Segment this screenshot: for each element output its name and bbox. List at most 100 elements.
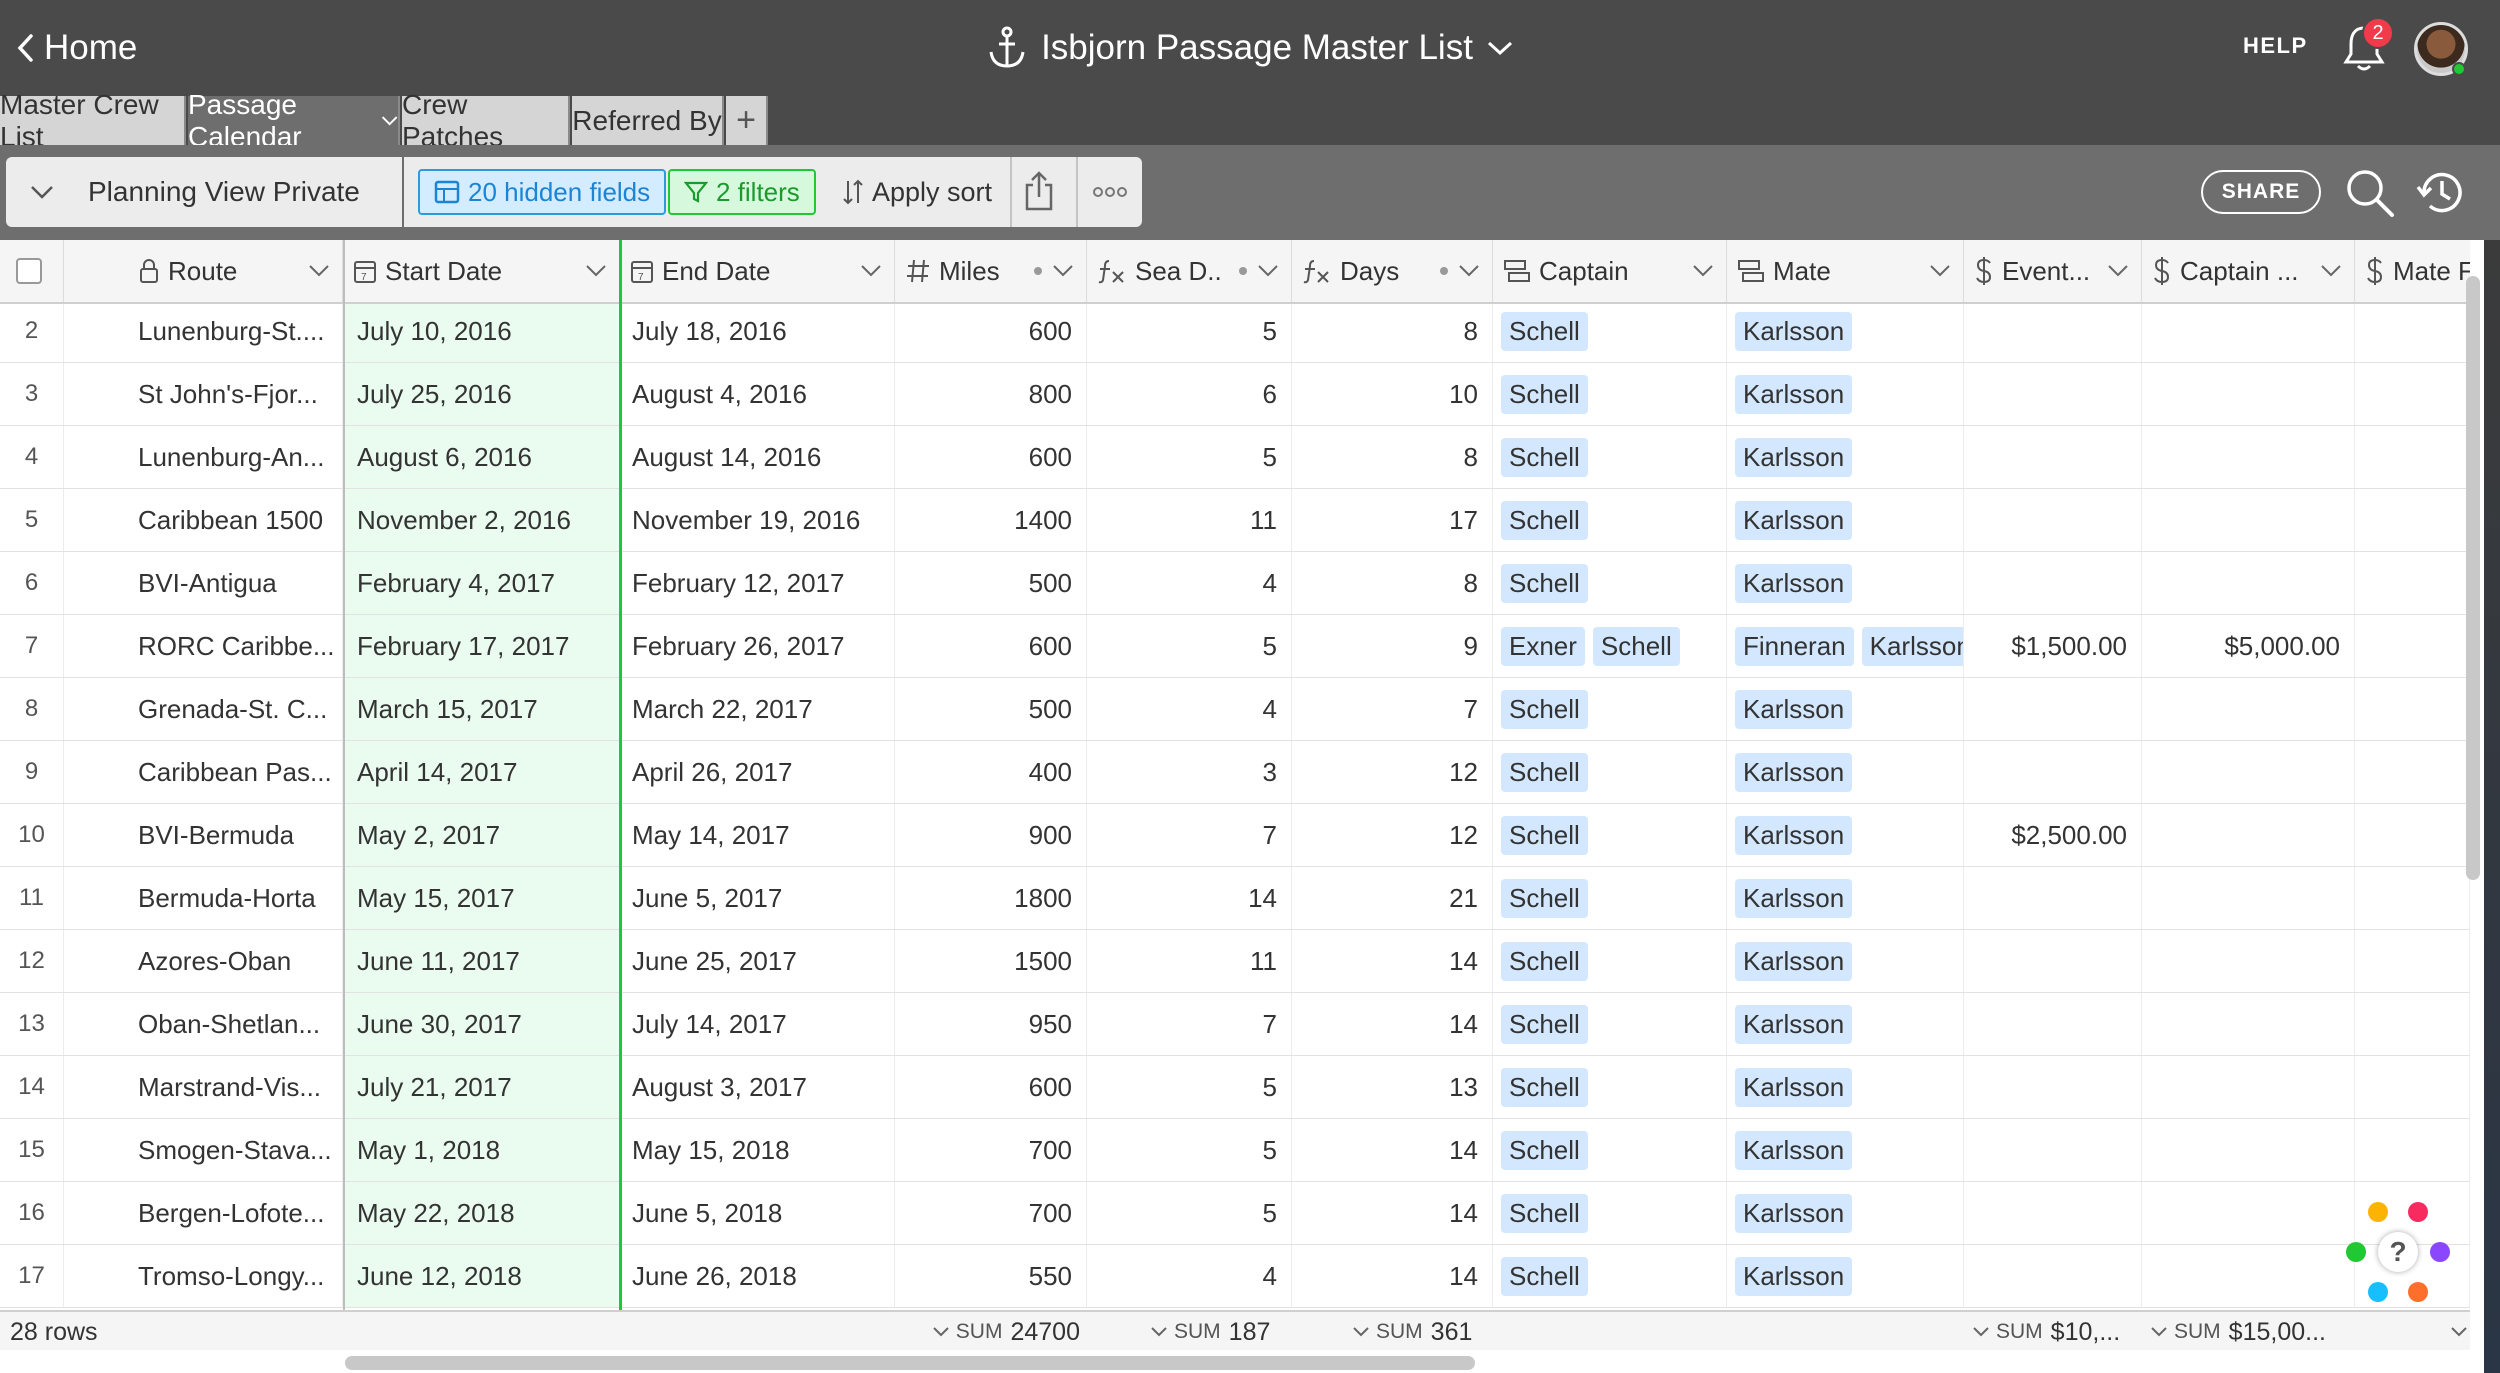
end-date-cell[interactable]: February 26, 2017	[620, 615, 895, 677]
days-cell[interactable]: 21	[1292, 867, 1493, 929]
linked-record-pill[interactable]: Schell	[1501, 374, 1588, 414]
row-number-cell[interactable]: 13	[0, 993, 64, 1055]
mate-cell[interactable]: Finneran Karlsson	[1727, 615, 1964, 677]
captain-cell[interactable]: Exner Schell	[1493, 615, 1727, 677]
end-date-cell[interactable]: May 15, 2018	[620, 1119, 895, 1181]
chevron-down-icon[interactable]	[1692, 264, 1714, 278]
chevron-down-icon[interactable]	[381, 114, 398, 128]
end-date-cell[interactable]: May 14, 2017	[620, 804, 895, 866]
chevron-down-icon[interactable]	[1487, 40, 1513, 56]
mate-cell[interactable]: Karlsson	[1727, 678, 1964, 740]
mate-cell[interactable]: Karlsson	[1727, 1119, 1964, 1181]
share-button[interactable]: SHARE	[2201, 170, 2321, 214]
row-number-cell[interactable]: 17	[0, 1245, 64, 1307]
more-icon[interactable]	[1092, 179, 1128, 205]
event-fee-cell[interactable]	[1964, 867, 2142, 929]
route-cell[interactable]: Azores-Oban	[64, 930, 343, 992]
mate-cell[interactable]: Karlsson	[1727, 1245, 1964, 1307]
route-cell[interactable]: BVI-Bermuda	[64, 804, 343, 866]
mate-cell[interactable]: Karlsson	[1727, 363, 1964, 425]
linked-record-pill[interactable]: Karlsson	[1735, 941, 1853, 981]
captain-cell[interactable]: Schell	[1493, 678, 1727, 740]
linked-record-pill[interactable]: Schell	[1501, 311, 1588, 351]
sea-days-cell[interactable]: 3	[1087, 741, 1292, 803]
chevron-down-icon[interactable]	[860, 264, 882, 278]
sea-days-cell[interactable]: 7	[1087, 993, 1292, 1055]
event-fee-cell[interactable]	[1964, 363, 2142, 425]
linked-record-pill[interactable]: Karlsson	[1735, 374, 1853, 414]
row-number-cell[interactable]: 12	[0, 930, 64, 992]
linked-record-pill[interactable]: Karlsson	[1735, 1193, 1853, 1233]
miles-cell[interactable]: 700	[895, 1119, 1087, 1181]
route-cell[interactable]: Smogen-Stava...	[64, 1119, 343, 1181]
linked-record-pill[interactable]: Schell	[1501, 437, 1588, 477]
event-fee-cell[interactable]	[1964, 1056, 2142, 1118]
linked-record-pill[interactable]: Karlsson	[1735, 563, 1853, 603]
captain-fee-cell[interactable]: $5,000.00	[2142, 615, 2355, 677]
days-cell[interactable]: 14	[1292, 1119, 1493, 1181]
captain-cell[interactable]: Schell	[1493, 930, 1727, 992]
start-date-cell[interactable]: July 10, 2016	[343, 304, 620, 362]
row-number-cell[interactable]: 9	[0, 741, 64, 803]
miles-cell[interactable]: 500	[895, 678, 1087, 740]
start-date-cell[interactable]: May 2, 2017	[343, 804, 620, 866]
mate-cell[interactable]: Karlsson	[1727, 741, 1964, 803]
mate-cell[interactable]: Karlsson	[1727, 304, 1964, 362]
linked-record-pill[interactable]: Karlsson	[1735, 689, 1853, 729]
table-row[interactable]: 7 RORC Caribbe... February 17, 2017 Februar…	[0, 615, 2470, 678]
linked-record-pill[interactable]: Exner	[1501, 626, 1585, 666]
captain-cell[interactable]: Schell	[1493, 552, 1727, 614]
hidden-fields-button[interactable]: 20 hidden fields	[418, 169, 667, 215]
captain-cell[interactable]: Schell	[1493, 363, 1727, 425]
miles-cell[interactable]: 600	[895, 615, 1087, 677]
chevron-down-icon[interactable]	[308, 264, 330, 278]
days-cell[interactable]: 14	[1292, 1182, 1493, 1244]
chevron-down-icon[interactable]	[1052, 264, 1074, 278]
sea-days-cell[interactable]: 11	[1087, 930, 1292, 992]
start-date-cell[interactable]: March 15, 2017	[343, 678, 620, 740]
chevron-down-icon[interactable]	[2320, 264, 2342, 278]
miles-cell[interactable]: 700	[895, 1182, 1087, 1244]
captain-cell[interactable]: Schell	[1493, 489, 1727, 551]
mate-fee-cell[interactable]	[2355, 867, 2470, 929]
days-cell[interactable]: 12	[1292, 741, 1493, 803]
column-header-end-date[interactable]: 7 End Date	[620, 240, 895, 302]
vertical-scrollbar[interactable]	[2466, 276, 2480, 880]
end-date-cell[interactable]: August 4, 2016	[620, 363, 895, 425]
start-date-cell[interactable]: May 1, 2018	[343, 1119, 620, 1181]
days-cell[interactable]: 8	[1292, 426, 1493, 488]
chevron-down-icon[interactable]	[2107, 264, 2129, 278]
linked-record-pill[interactable]: Schell	[1501, 1193, 1588, 1233]
end-date-cell[interactable]: February 12, 2017	[620, 552, 895, 614]
end-date-cell[interactable]: August 14, 2016	[620, 426, 895, 488]
horizontal-scrollbar[interactable]	[345, 1356, 1475, 1370]
mate-fee-cell[interactable]	[2355, 426, 2470, 488]
days-cell[interactable]: 8	[1292, 552, 1493, 614]
event-fee-cell[interactable]	[1964, 993, 2142, 1055]
event-fee-cell[interactable]	[1964, 426, 2142, 488]
linked-record-pill[interactable]: Schell	[1501, 563, 1588, 603]
start-date-cell[interactable]: July 21, 2017	[343, 1056, 620, 1118]
mate-cell[interactable]: Karlsson	[1727, 1182, 1964, 1244]
row-number-cell[interactable]: 6	[0, 552, 64, 614]
table-row[interactable]: 16 Bergen-Lofote... May 22, 2018 June 5, 20…	[0, 1182, 2470, 1245]
captain-fee-cell[interactable]	[2142, 489, 2355, 551]
event-fee-cell[interactable]	[1964, 1119, 2142, 1181]
linked-record-pill[interactable]: Schell	[1501, 878, 1588, 918]
table-row[interactable]: 2 Lunenburg-St.... July 10, 2016 July 18, 2…	[0, 304, 2470, 363]
column-header-days[interactable]: Days	[1292, 240, 1493, 302]
sea-days-cell[interactable]: 14	[1087, 867, 1292, 929]
route-cell[interactable]: Grenada-St. C...	[64, 678, 343, 740]
help-link[interactable]: HELP	[2243, 33, 2308, 59]
captain-cell[interactable]: Schell	[1493, 426, 1727, 488]
history-icon[interactable]	[2414, 165, 2470, 221]
end-date-cell[interactable]: June 26, 2018	[620, 1245, 895, 1307]
days-cell[interactable]: 13	[1292, 1056, 1493, 1118]
sea-days-cell[interactable]: 7	[1087, 804, 1292, 866]
captain-fee-cell[interactable]	[2142, 993, 2355, 1055]
tab-referred-by[interactable]: Referred By	[572, 96, 724, 145]
sea-days-cell[interactable]: 5	[1087, 615, 1292, 677]
captain-fee-cell[interactable]	[2142, 1119, 2355, 1181]
start-date-cell[interactable]: June 12, 2018	[343, 1245, 620, 1307]
route-cell[interactable]: RORC Caribbe...	[64, 615, 343, 677]
